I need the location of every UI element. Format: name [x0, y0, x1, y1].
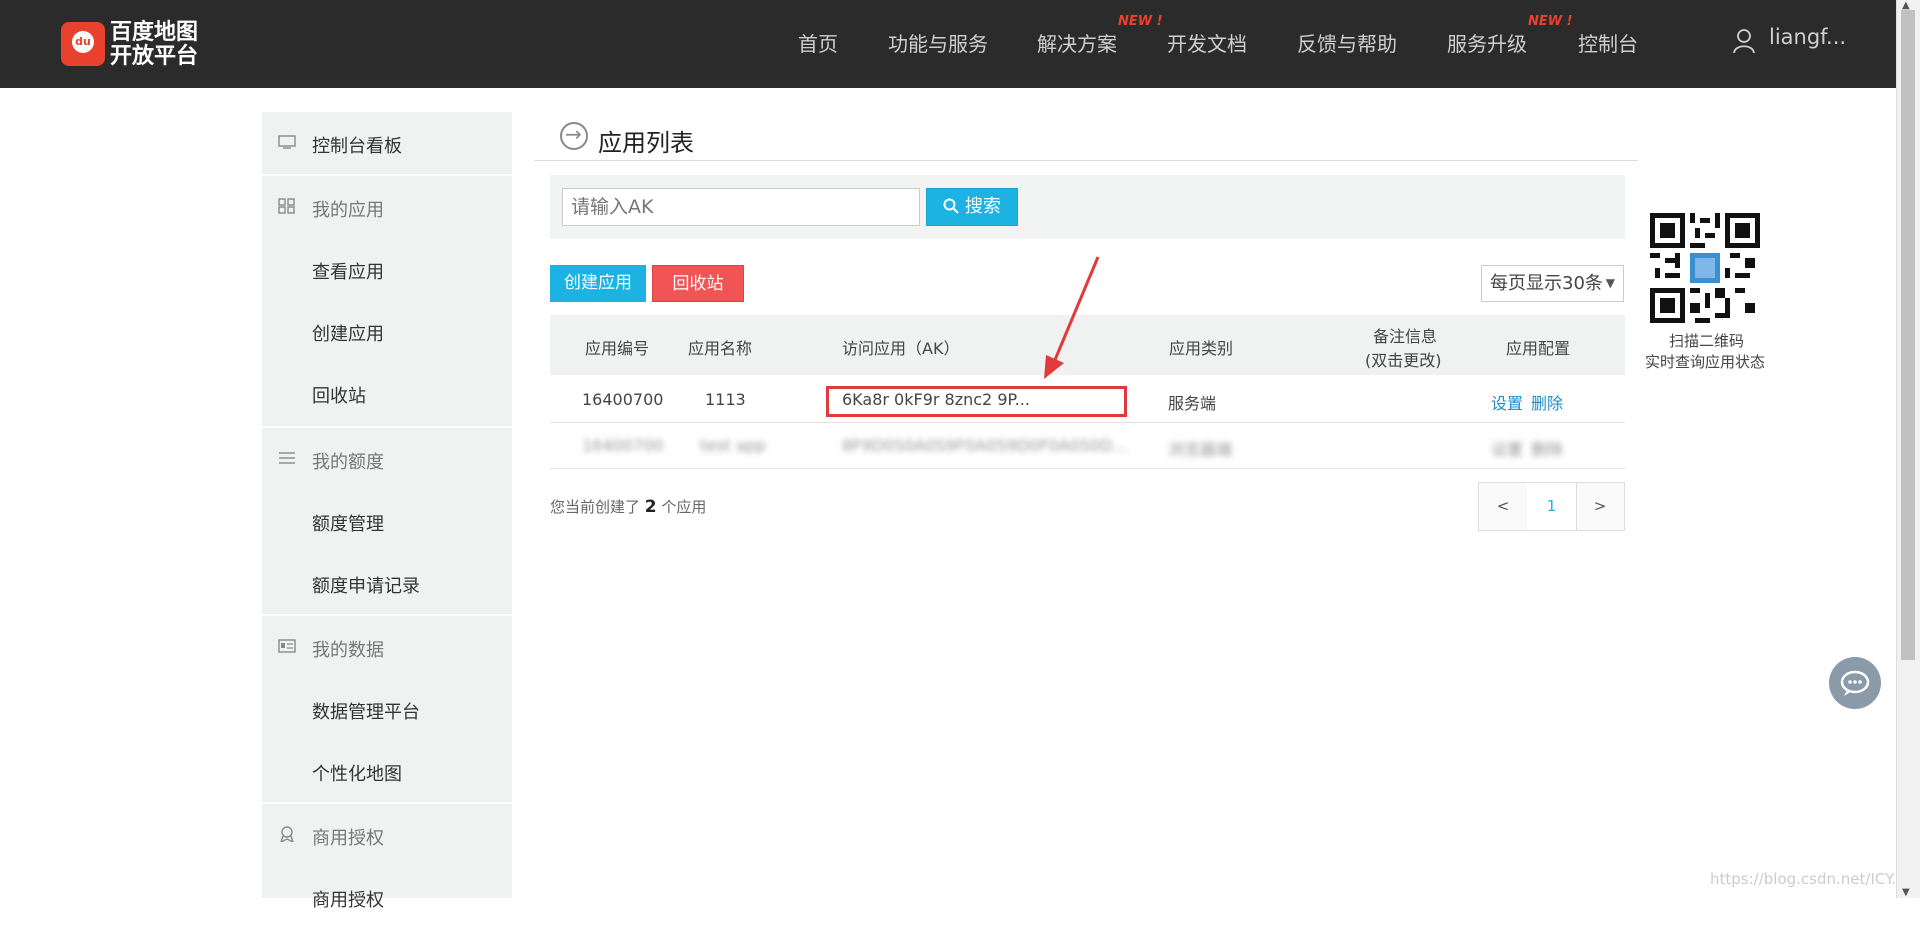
sidebar-item-label: 创建应用: [312, 324, 384, 345]
column-header-name: 应用名称: [688, 339, 753, 358]
logo-line1: 百度地图: [110, 20, 199, 45]
sidebar-item-label: 我的数据: [312, 640, 384, 661]
pagination: < 1 >: [1478, 482, 1625, 531]
sidebar-group-commercial[interactable]: 商用授权: [262, 804, 512, 866]
watermark-text: https://blog.csdn.net/ICY...: [1710, 870, 1906, 888]
table-row: 16400700 test app 8F9D0S0A0S9F0A0S9D0F0A…: [550, 422, 1625, 469]
sidebar: 控制台看板 我的应用 查看应用 创建应用 回收站 我的额度 额度管理 额度申请记…: [262, 112, 512, 911]
sidebar-group-my-apps[interactable]: 我的应用: [262, 176, 512, 238]
per-page-value: 每页显示30条: [1490, 273, 1603, 294]
app-count-value: 2: [644, 497, 657, 517]
app-type: 浏览器端: [1168, 440, 1233, 459]
app-ak[interactable]: 8F9D0S0A0S9F0A0S9D0F0A0S0D...: [842, 436, 1128, 455]
nav-feedback[interactable]: 反馈与帮助: [1297, 28, 1397, 57]
title-divider: [534, 160, 1638, 161]
nav-console[interactable]: 控制台: [1578, 28, 1638, 57]
sidebar-item-custom-map[interactable]: 个性化地图: [262, 740, 512, 802]
sidebar-item-quota-manage[interactable]: 额度管理: [262, 490, 512, 552]
logo-line2: 开放平台: [110, 44, 199, 69]
username[interactable]: liangf...: [1769, 25, 1846, 49]
search-button-label: 搜索: [964, 196, 1001, 217]
settings-link[interactable]: 设置: [1491, 436, 1523, 460]
baidu-map-logo[interactable]: du: [61, 22, 105, 66]
sidebar-item-label: 回收站: [312, 386, 366, 407]
sidebar-item-label: 商用授权: [312, 828, 384, 849]
nav-docs[interactable]: 开发文档: [1167, 28, 1247, 57]
nav-home[interactable]: 首页: [798, 28, 838, 57]
nav-upgrade[interactable]: 服务升级: [1447, 28, 1527, 57]
sidebar-item-dashboard[interactable]: 控制台看板: [262, 112, 512, 174]
sidebar-item-recycle[interactable]: 回收站: [262, 362, 512, 424]
sidebar-item-label: 控制台看板: [312, 136, 402, 157]
sidebar-item-data-platform[interactable]: 数据管理平台: [262, 678, 512, 740]
user-icon[interactable]: [1733, 28, 1755, 54]
settings-link[interactable]: 设置: [1491, 390, 1523, 414]
sliders-icon: [279, 452, 295, 464]
qr-caption-scan: 扫描二维码: [1669, 332, 1745, 350]
sidebar-item-label: 我的应用: [312, 200, 384, 221]
column-header-note-hint: (双击更改): [1365, 351, 1442, 370]
grid-icon: [278, 198, 295, 214]
top-navbar: du 百度地图 开放平台 首页 功能与服务 解决方案 NEW ! 开发文档 反馈…: [0, 0, 1897, 88]
app-count: 您当前创建了 2 个应用: [550, 496, 706, 517]
sidebar-item-view-apps[interactable]: 查看应用: [262, 238, 512, 300]
search-button[interactable]: 搜索: [926, 188, 1018, 226]
sidebar-item-label: 数据管理平台: [312, 702, 420, 723]
app-id: 16400700: [582, 436, 664, 455]
sidebar-item-label: 额度管理: [312, 514, 384, 535]
page-title: 应用列表: [598, 129, 694, 157]
column-header-id: 应用编号: [585, 339, 650, 358]
sidebar-item-quota-records[interactable]: 额度申请记录: [262, 552, 512, 614]
app-count-prefix: 您当前创建了: [550, 498, 641, 516]
qr-caption-status: 实时查询应用状态: [1645, 353, 1766, 371]
new-badge-upgrade: NEW !: [1528, 14, 1573, 29]
pager-prev[interactable]: <: [1479, 483, 1528, 530]
badge-icon: [280, 826, 294, 842]
monitor-icon: [278, 135, 296, 149]
app-name: 1113: [705, 390, 746, 409]
chat-support-button[interactable]: [1829, 657, 1881, 709]
per-page-select[interactable]: 每页显示30条 ▼: [1481, 265, 1624, 302]
sidebar-item-label: 额度申请记录: [312, 576, 420, 597]
caret-down-icon: ▼: [1605, 276, 1615, 290]
ak-highlight-box: [826, 386, 1127, 417]
sidebar-item-create-app[interactable]: 创建应用: [262, 300, 512, 362]
delete-link[interactable]: 删除: [1531, 390, 1563, 414]
sidebar-item-label: 查看应用: [312, 262, 384, 283]
column-header-type: 应用类别: [1169, 339, 1234, 358]
pager-page-1[interactable]: 1: [1527, 483, 1577, 530]
app-type: 服务端: [1168, 394, 1217, 413]
pager-next[interactable]: >: [1576, 483, 1624, 530]
logo-badge-text: du: [75, 35, 91, 48]
app-count-suffix: 个应用: [661, 498, 707, 516]
recycle-bin-button[interactable]: 回收站: [652, 265, 744, 302]
search-icon: [943, 198, 959, 214]
app-name: test app: [700, 436, 766, 455]
nav-features[interactable]: 功能与服务: [888, 28, 988, 57]
sidebar-item-label: 商用授权: [312, 890, 384, 911]
arrow-circle-icon: [560, 122, 588, 150]
chat-icon: [1840, 670, 1870, 696]
column-header-note: 备注信息: [1373, 327, 1438, 346]
app-id: 16400700: [582, 390, 664, 409]
qr-code: [1650, 213, 1760, 323]
sidebar-group-quota[interactable]: 我的额度: [262, 428, 512, 490]
create-app-button[interactable]: 创建应用: [550, 265, 646, 302]
logo-title[interactable]: 百度地图 开放平台: [110, 21, 198, 69]
delete-link[interactable]: 删除: [1531, 436, 1563, 460]
sidebar-item-commercial-auth[interactable]: 商用授权: [262, 866, 512, 928]
new-badge-solutions: NEW !: [1118, 14, 1163, 29]
vertical-scrollbar[interactable]: ▲ ▼: [1896, 0, 1920, 898]
sidebar-item-label: 个性化地图: [312, 764, 402, 785]
scrollbar-thumb[interactable]: [1901, 10, 1915, 660]
column-header-config: 应用配置: [1506, 339, 1571, 358]
scroll-down-icon[interactable]: ▼: [1902, 887, 1910, 898]
id-card-icon: [278, 639, 296, 653]
sidebar-item-label: 我的额度: [312, 452, 384, 473]
ak-search-input[interactable]: [562, 188, 920, 226]
nav-solutions[interactable]: 解决方案: [1037, 28, 1117, 57]
sidebar-group-my-data[interactable]: 我的数据: [262, 616, 512, 678]
column-header-ak: 访问应用（AK）: [842, 339, 960, 358]
annotation-arrow: [1044, 256, 1100, 379]
